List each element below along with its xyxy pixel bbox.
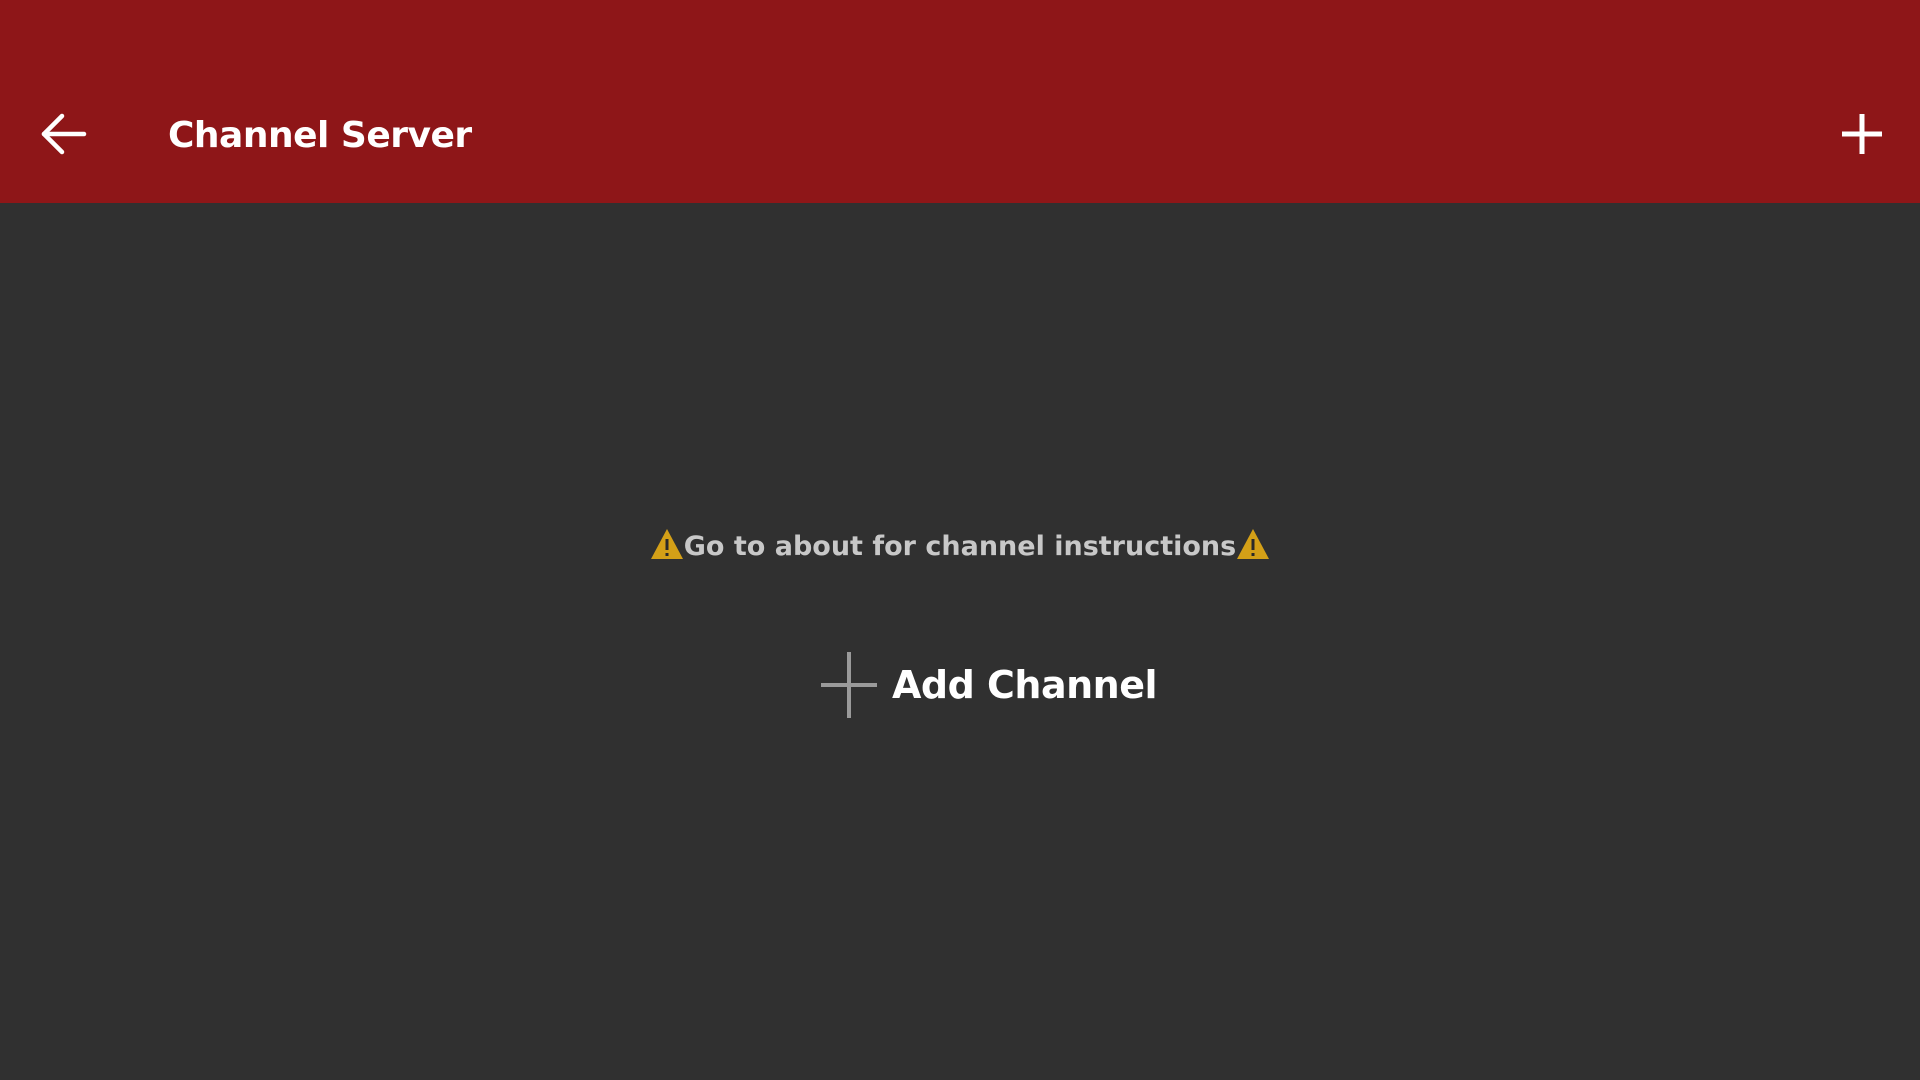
warning-icon	[1236, 527, 1270, 561]
page-title: Channel Server	[168, 115, 472, 156]
warning-icon	[650, 527, 684, 561]
add-channel-label: Add Channel	[892, 663, 1158, 707]
add-button[interactable]	[1836, 104, 1888, 164]
back-button[interactable]	[34, 104, 94, 164]
notice-text: Go to about for channel instructions	[683, 531, 1237, 562]
top-toolbar: Channel Server	[0, 0, 1920, 203]
plus-icon	[1836, 104, 1888, 164]
app-window: Channel Server Go to about for channel i…	[0, 0, 1920, 1080]
instructions-notice: Go to about for channel instructions	[0, 525, 1920, 569]
add-channel-button[interactable]: Add Channel	[818, 649, 1158, 721]
plus-icon	[818, 649, 880, 721]
arrow-left-icon	[34, 104, 94, 164]
main-content: Go to about for channel instructions Add…	[0, 203, 1920, 1080]
